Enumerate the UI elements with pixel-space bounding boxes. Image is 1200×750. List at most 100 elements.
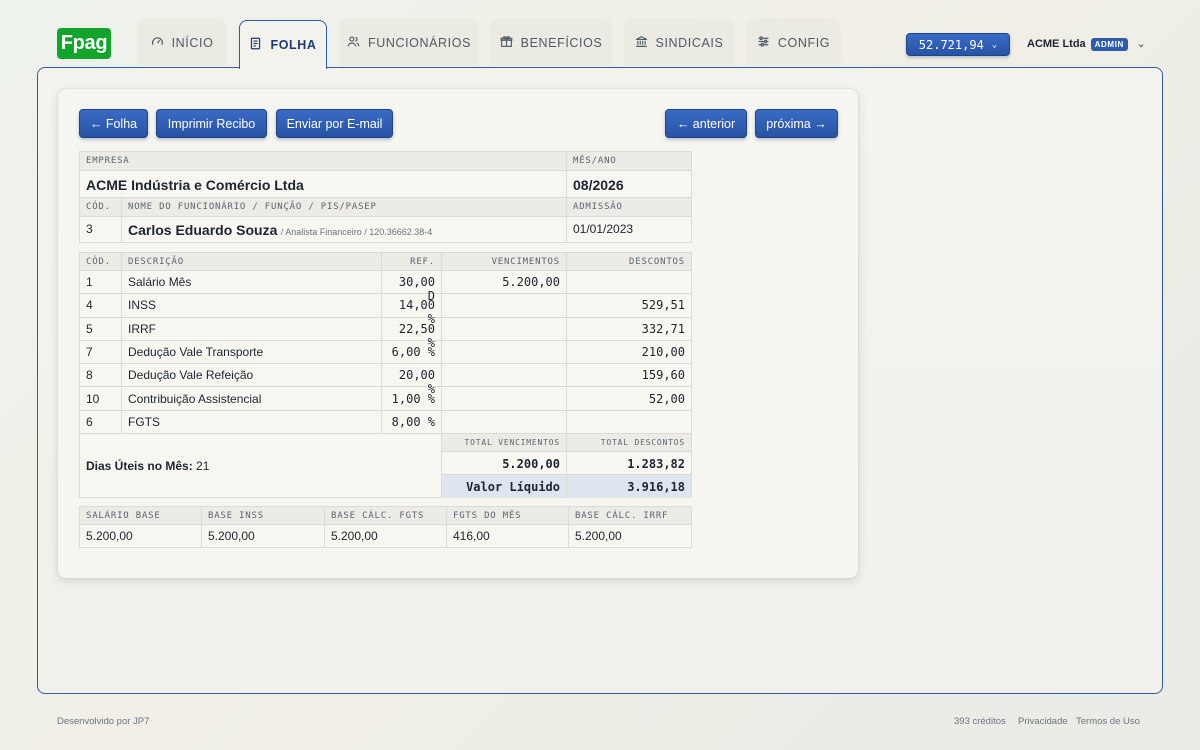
code-label: CÓD. — [80, 198, 122, 217]
tab-config[interactable]: CONFIG — [747, 20, 840, 66]
payslip-bases-table: SALÁRIO BASE BASE INSS BASE CÁLC. FGTS F… — [79, 506, 692, 548]
tab-label: CONFIG — [777, 36, 831, 50]
row-code: 5 — [80, 317, 122, 341]
company-menu[interactable]: ACME Ltda ADMIN ⌄ — [1027, 35, 1145, 53]
row-description: FGTS — [122, 410, 382, 435]
col-earnings: VENCIMENTOS — [442, 253, 567, 271]
total-deductions-label: TOTAL DESCONTOS — [567, 434, 691, 452]
privacy-link[interactable]: Privacidade — [1018, 716, 1068, 727]
col-description: DESCRIÇÃO — [122, 253, 382, 271]
base-salary-label: SALÁRIO BASE — [80, 507, 202, 525]
chevron-down-icon: ⌄ — [991, 39, 998, 50]
row-earnings: 5.200,00 — [442, 271, 567, 295]
row-earnings — [442, 387, 567, 411]
total-earnings-label: TOTAL VENCIMENTOS — [442, 434, 567, 452]
employee-label: NOME DO FUNCIONÁRIO / FUNÇÃO / PIS/PASEP — [122, 198, 567, 217]
fgts-month-value: 416,00 — [447, 525, 569, 547]
row-earnings — [442, 294, 567, 318]
row-description: Dedução Vale Refeição — [122, 364, 382, 388]
period-value: 08/2026 — [567, 171, 691, 198]
row-earnings — [442, 340, 567, 365]
back-to-folha-button[interactable]: ← Folha — [79, 109, 148, 138]
col-deductions: DESCONTOS — [567, 253, 691, 271]
row-ref: 8,00 % — [382, 410, 442, 435]
next-button[interactable]: próxima → — [755, 109, 838, 138]
company-value: ACME Indústria e Comércio Ltda — [80, 171, 567, 198]
row-deductions: 52,00 — [567, 388, 691, 411]
previous-button[interactable]: ← anterior — [665, 109, 747, 138]
row-earnings — [442, 364, 567, 388]
workdays-label: Dias Úteis no Mês: — [86, 459, 193, 473]
tab-sindicais[interactable]: SINDICAIS — [624, 20, 734, 66]
row-description: Contribuição Assistencial — [122, 387, 382, 411]
document-icon — [249, 37, 262, 53]
payslip-items-table: CÓD. DESCRIÇÃO REF. VENCIMENTOS DESCONTO… — [79, 252, 692, 498]
employee-code: 3 — [80, 217, 122, 242]
tab-label: BENEFÍCIOS — [520, 36, 603, 50]
row-ref: 14,00 % — [382, 294, 442, 326]
col-ref: REF. — [382, 253, 442, 271]
print-receipt-button[interactable]: Imprimir Recibo — [156, 109, 267, 138]
workdays: Dias Úteis no Mês: 21 — [80, 434, 442, 498]
company-label: EMPRESA — [80, 152, 567, 171]
tab-label: FOLHA — [270, 38, 317, 52]
total-deductions-value: 1.283,82 — [567, 452, 691, 475]
row-ref: 6,00 % — [382, 340, 442, 365]
base-fgts-label: BASE CÁLC. FGTS — [325, 507, 447, 525]
row-description: IRRF — [122, 317, 382, 341]
row-description: Dedução Vale Transporte — [122, 340, 382, 365]
row-description: INSS — [122, 294, 382, 318]
developer-credit: Desenvolvido por JP7 — [57, 716, 150, 727]
row-code: 1 — [80, 271, 122, 295]
tab-funcionarios[interactable]: FUNCIONÁRIOS — [340, 20, 478, 66]
row-ref: 30,00 D — [382, 271, 442, 303]
tab-inicio[interactable]: INÍCIO — [138, 20, 226, 66]
row-deductions: 529,51 — [567, 294, 691, 318]
col-code: CÓD. — [80, 253, 122, 271]
net-value-label: Valor Líquido — [442, 475, 567, 498]
row-ref: 20,00 % — [382, 364, 442, 396]
tab-label: SINDICAIS — [655, 36, 724, 50]
row-deductions — [567, 411, 691, 435]
send-email-button[interactable]: Enviar por E-mail — [276, 109, 393, 138]
terms-link[interactable]: Termos de Uso — [1076, 716, 1140, 727]
employee-info: Carlos Eduardo Souza / Analista Financei… — [122, 217, 567, 242]
total-earnings-value: 5.200,00 — [442, 452, 567, 475]
row-code: 4 — [80, 294, 122, 318]
base-fgts-value: 5.200,00 — [325, 525, 447, 547]
row-deductions: 332,71 — [567, 318, 691, 341]
company-name: ACME Ltda — [1027, 38, 1086, 50]
row-deductions — [567, 271, 691, 295]
balance-dropdown[interactable]: 52.721,94 ⌄ — [906, 33, 1010, 56]
row-code: 7 — [80, 340, 122, 365]
base-inss-label: BASE INSS — [202, 507, 325, 525]
row-description: Salário Mês — [122, 271, 382, 295]
tab-folha[interactable]: FOLHA — [239, 20, 327, 69]
base-irrf-label: BASE CÁLC. IRRF — [569, 507, 691, 525]
admission-date: 01/01/2023 — [573, 222, 634, 236]
net-value: 3.916,18 — [567, 475, 691, 498]
sliders-icon — [757, 35, 770, 51]
credits-count: 393 créditos — [954, 716, 1006, 727]
role-badge: ADMIN — [1090, 37, 1128, 51]
row-code: 10 — [80, 387, 122, 411]
app-logo[interactable]: Fpag — [57, 28, 111, 59]
tab-beneficios[interactable]: BENEFÍCIOS — [491, 20, 611, 66]
users-icon — [347, 35, 360, 51]
row-deductions: 210,00 — [567, 341, 691, 365]
gift-icon — [500, 35, 513, 51]
tab-label: FUNCIONÁRIOS — [367, 36, 472, 50]
period-label: MÊS/ANO — [567, 152, 691, 171]
gauge-icon — [151, 35, 164, 51]
payslip-header-table: EMPRESA MÊS/ANO ACME Indústria e Comérci… — [79, 151, 692, 243]
tab-label: INÍCIO — [171, 36, 214, 50]
fgts-month-label: FGTS DO MÊS — [447, 507, 569, 525]
row-earnings — [442, 410, 567, 435]
workdays-value: 21 — [196, 459, 210, 473]
row-ref: 1,00 % — [382, 387, 442, 411]
row-ref: 22,50 % — [382, 317, 442, 350]
row-earnings — [442, 317, 567, 341]
admission-label: ADMISSÃO — [567, 198, 691, 217]
base-inss-value: 5.200,00 — [202, 525, 325, 547]
balance-value: 52.721,94 — [918, 37, 984, 52]
